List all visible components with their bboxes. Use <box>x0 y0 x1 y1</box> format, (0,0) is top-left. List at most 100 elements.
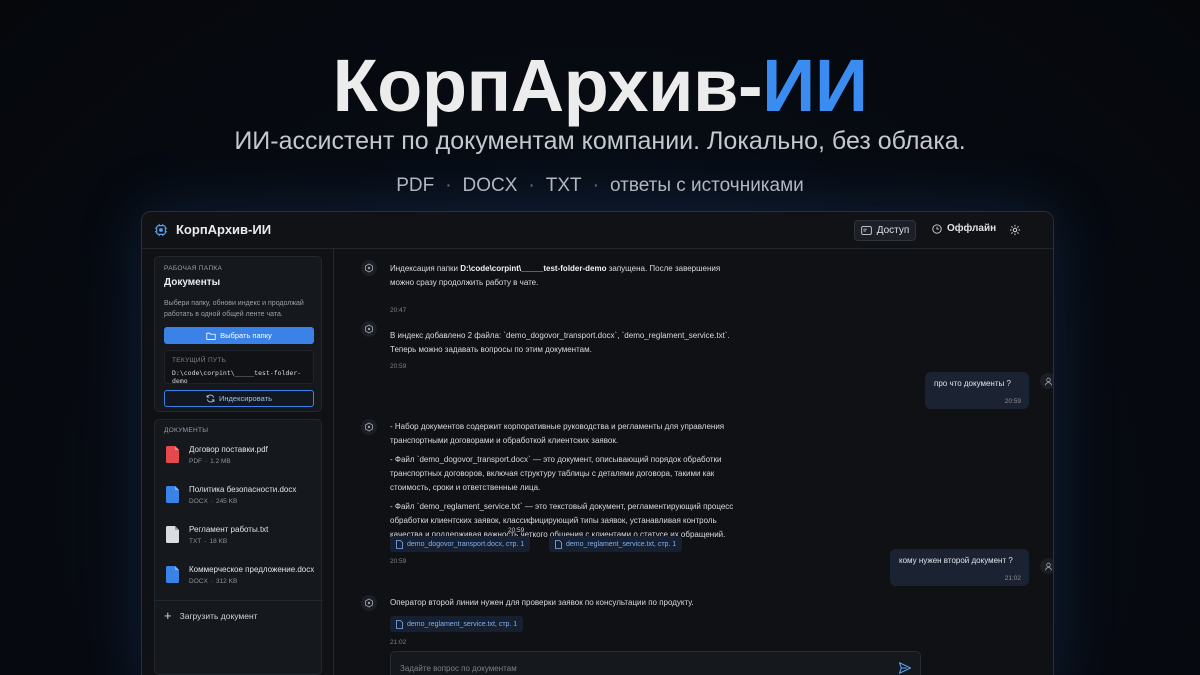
document-name: Регламент работы.txt <box>189 525 269 534</box>
document-type: TXT <box>189 538 202 545</box>
assistant-avatar <box>361 595 377 611</box>
choose-folder-button[interactable]: Выбрать папку <box>164 327 314 344</box>
message-time: 20:59 <box>1004 398 1021 405</box>
document-type: DOCX <box>189 578 208 585</box>
message-text: про что документы ? <box>934 379 1011 388</box>
document-item[interactable]: Коммерческое предложение.docx DOCX · 312 K… <box>164 564 319 596</box>
id-card-icon <box>860 226 872 235</box>
message-text: транспортных договоров, включая структур… <box>390 469 715 478</box>
user-avatar <box>1040 558 1053 574</box>
user-message: кому нужен второй документ ? 21:02 <box>890 549 1029 586</box>
format-sources: ответы с источниками <box>609 175 804 196</box>
message-text: - Набор документов содержит корпоративны… <box>390 422 725 431</box>
upload-document-button[interactable]: + Загрузить документ <box>164 608 258 623</box>
access-label: Доступ <box>876 225 910 236</box>
index-button[interactable]: Индексировать <box>164 390 314 407</box>
index-label: Индексировать <box>219 394 272 403</box>
question-input[interactable] <box>400 660 880 675</box>
assistant-message: - Набор документов содержит корпоративны… <box>390 420 790 542</box>
document-meta: TXT · 18 KB <box>189 538 228 545</box>
offline-status[interactable]: Оффлайн <box>932 223 996 234</box>
assistant-message: Индексация папки D:\code\corpint\_____te… <box>390 262 810 290</box>
folder-hint: Выбери папку, обнови индекс и продолжай … <box>164 300 304 318</box>
document-meta: DOCX · 245 KB <box>189 498 238 505</box>
sidebar: Рабочая папка Документы Выбери папку, об… <box>142 249 334 675</box>
message-text: В индекс добавлено 2 файла: `demo_dogovo… <box>390 331 730 340</box>
message-time: 20:59 <box>390 363 407 370</box>
message-text: можно сразу продолжить работу в чате. <box>390 278 539 287</box>
source-chip[interactable]: demo_reglament_service.txt, стр. 1 <box>390 616 524 632</box>
file-icon <box>396 539 403 549</box>
upload-divider <box>155 600 323 601</box>
folder-section-label: Рабочая папка <box>164 265 223 272</box>
document-type: PDF <box>189 458 202 465</box>
gear-icon[interactable] <box>1009 224 1021 236</box>
document-item[interactable]: Политика безопасности.docx DOCX · 245 KB <box>164 484 319 516</box>
assistant-message: Оператор второй линии нужен для проверки… <box>390 598 694 607</box>
offline-label: Оффлайн <box>947 223 997 234</box>
message-text: транспортными договорами и обработкой кл… <box>390 436 619 445</box>
message-text: - Файл `demo_reglament_service.txt` — эт… <box>390 502 734 511</box>
file-icon <box>396 619 403 629</box>
bot-icon <box>365 598 373 608</box>
plus-icon: + <box>164 608 172 623</box>
assistant-avatar <box>361 321 377 337</box>
assistant-avatar <box>361 260 377 276</box>
user-avatar <box>1040 373 1053 389</box>
documents-card: Документы Договор поставки.pdf PDF · 1.2 M… <box>154 419 323 675</box>
message-time-overlap: 20:59 <box>508 527 525 534</box>
assistant-avatar <box>361 419 377 435</box>
message-text: Теперь можно задавать вопросы по этим до… <box>390 345 592 354</box>
send-icon[interactable] <box>898 661 912 675</box>
message-path: D:\code\corpint\_____test-folder-demo <box>460 264 607 273</box>
user-icon <box>1044 562 1052 570</box>
assistant-message: В индекс добавлено 2 файла: `demo_dogovo… <box>390 329 830 357</box>
message-text: - Файл `demo_dogovor_transport.docx` — э… <box>390 455 722 464</box>
source-chip[interactable]: demo_reglament_service.txt, стр. 1 <box>549 536 683 552</box>
document-size: 18 KB <box>209 538 228 545</box>
access-button[interactable]: Доступ <box>854 220 916 241</box>
document-type: DOCX <box>189 498 208 505</box>
file-icon <box>555 539 562 549</box>
message-text: запущена. После завершения <box>606 264 721 273</box>
bot-icon <box>365 263 373 273</box>
user-icon <box>1044 377 1052 385</box>
source-label: demo_reglament_service.txt, стр. 1 <box>566 540 677 548</box>
bot-icon <box>365 324 373 334</box>
document-name: Договор поставки.pdf <box>189 445 268 454</box>
chat-feed: Индексация папки D:\code\corpint\_____te… <box>334 249 1053 675</box>
message-text: стоимость, сроки и ответственные лица. <box>390 483 541 492</box>
working-folder-card: Рабочая папка Документы Выбери папку, об… <box>154 256 322 412</box>
folder-title: Документы <box>164 277 221 288</box>
document-meta: DOCX · 312 KB <box>189 578 238 585</box>
source-label: demo_dogovor_transport.docx, стр. 1 <box>407 540 525 548</box>
current-path-value: D:\code\corpint\_____test-folder-demo <box>172 369 302 385</box>
hero-title: КорпАрхив-ИИ <box>0 46 1200 126</box>
document-size: 1.2 MB <box>210 458 231 465</box>
pdf-file-icon <box>166 446 179 463</box>
docx-file-icon <box>166 486 179 503</box>
format-separator: · <box>445 175 452 196</box>
document-meta: PDF · 1.2 MB <box>189 458 231 465</box>
document-size: 312 KB <box>215 578 238 585</box>
format-pdf: PDF <box>396 175 435 196</box>
folder-icon <box>206 332 216 340</box>
bot-icon <box>365 422 373 432</box>
hero-subtitle: ИИ-ассистент по документам компании. Лок… <box>234 127 966 155</box>
refresh-icon <box>206 394 215 403</box>
document-name: Политика безопасности.docx <box>189 485 297 494</box>
source-chip[interactable]: demo_dogovor_transport.docx, стр. 1 <box>390 536 531 552</box>
format-separator: · <box>528 175 535 196</box>
current-path-box: ТЕКУЩИЙ ПУТЬ D:\code\corpint\_____test-f… <box>164 350 314 385</box>
user-message: про что документы ? 20:59 <box>925 372 1029 409</box>
hero-formats: PDF · DOCX · TXT · ответы с источниками <box>0 172 1200 200</box>
message-time: 21:02 <box>1004 575 1021 582</box>
format-docx: DOCX <box>462 175 518 196</box>
document-item[interactable]: Договор поставки.pdf PDF · 1.2 MB <box>164 444 319 476</box>
current-path-label: ТЕКУЩИЙ ПУТЬ <box>172 357 227 364</box>
document-item[interactable]: Регламент работы.txt TXT · 18 KB <box>164 524 319 556</box>
clock-icon <box>932 223 942 234</box>
document-name: Коммерческое предложение.docx <box>189 565 315 574</box>
hero-title-accent: ИИ <box>762 44 868 127</box>
top-bar: КорпАрхив-ИИ Доступ Оффлайн <box>142 212 1053 249</box>
